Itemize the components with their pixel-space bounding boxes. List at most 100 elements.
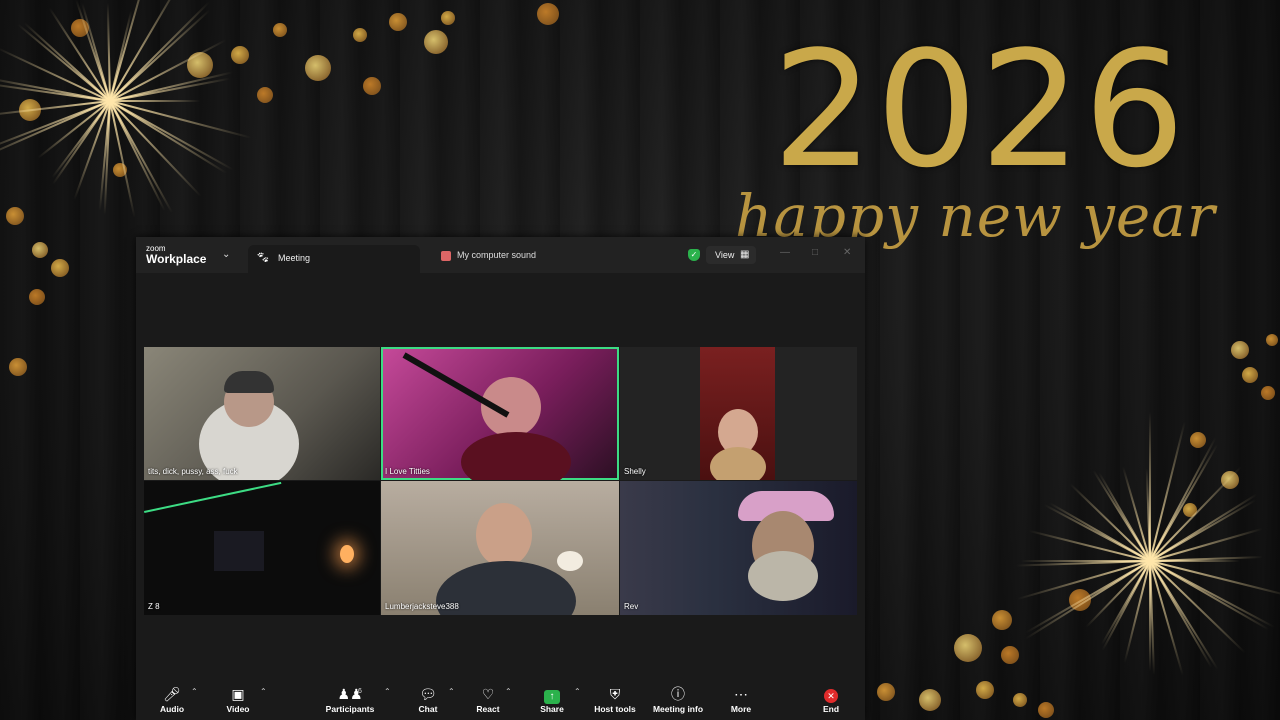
bokeh-light — [1231, 341, 1249, 359]
firework-ray — [1149, 561, 1151, 671]
speaker-icon — [441, 250, 451, 261]
bokeh-light — [992, 610, 1012, 630]
shield-check-icon[interactable]: ✓ — [688, 249, 700, 261]
bokeh-light — [424, 30, 448, 54]
computer-sound-indicator[interactable]: My computer sound — [441, 250, 536, 261]
video-tile-active[interactable]: I Love Titties — [381, 347, 619, 480]
video-label: Video — [226, 704, 250, 714]
bokeh-light — [389, 13, 407, 31]
audio-label: Audio — [159, 704, 185, 714]
react-options-caret-icon[interactable]: ⌃ — [505, 687, 512, 696]
bokeh-light — [877, 683, 895, 701]
more-label: More — [730, 704, 752, 714]
cap — [224, 371, 274, 393]
video-tile[interactable]: Lumberjacksteve388 — [381, 481, 619, 615]
bokeh-light — [1266, 334, 1278, 346]
info-icon: ⓘ — [671, 686, 685, 702]
view-button[interactable]: View ▦ — [706, 246, 756, 264]
audio-options-caret-icon[interactable]: ⌃ — [191, 687, 198, 696]
title-bar: zoom Workplace ⌄ 🐾︎ Meeting My computer … — [136, 237, 865, 273]
screen — [214, 531, 264, 571]
video-options-caret-icon[interactable]: ⌃ — [260, 687, 267, 696]
more-dots-icon: ⋯ — [734, 686, 748, 702]
participants-label: Participants — [325, 704, 375, 714]
meeting-info-label: Meeting info — [652, 704, 704, 714]
host-tools-button[interactable]: ⛨ Host tools — [585, 685, 645, 714]
video-tile[interactable]: tits, dick, pussy, ass, fuck — [144, 347, 380, 480]
participant-body — [710, 447, 766, 480]
video-camera-icon: ▣ — [231, 686, 245, 702]
bokeh-light — [1242, 367, 1258, 383]
grid-icon: ▦ — [740, 249, 750, 260]
participant-name: Shelly — [624, 467, 646, 476]
firework-ray — [110, 100, 200, 102]
participants-count: 6 — [358, 688, 362, 695]
participant-face — [476, 503, 532, 567]
year-text: 2026 — [772, 16, 1188, 203]
view-label: View — [715, 250, 735, 260]
meeting-info-button[interactable]: ⓘ Meeting info — [648, 685, 708, 714]
react-label: React — [476, 704, 500, 714]
bokeh-light — [954, 634, 982, 662]
bokeh-light — [231, 46, 249, 64]
video-gallery: tits, dick, pussy, ass, fuck I Love Titt… — [144, 347, 857, 615]
bokeh-light — [273, 23, 287, 37]
tab-meeting-label: Meeting — [278, 253, 311, 263]
participants-button[interactable]: ♟♟ 6 Participants — [320, 685, 380, 714]
paw-icon: 🐾︎ — [256, 252, 270, 264]
firework-ray — [1021, 560, 1150, 562]
shield-icon: ⛨ — [609, 686, 621, 702]
bokeh-light — [1221, 471, 1239, 489]
bokeh-light — [363, 77, 381, 95]
light-streak — [144, 481, 282, 513]
bokeh-light — [6, 207, 24, 225]
participant-name: Lumberjacksteve388 — [385, 602, 459, 611]
bokeh-light — [537, 3, 559, 25]
minimize-icon[interactable]: — — [780, 247, 790, 258]
end-label: End — [822, 704, 840, 714]
video-tile[interactable]: Rev — [620, 481, 857, 615]
lamp — [557, 551, 583, 571]
bokeh-light — [51, 259, 69, 277]
close-icon[interactable]: ✕ — [843, 247, 851, 258]
tab-meeting[interactable]: 🐾︎ Meeting — [248, 245, 420, 273]
bokeh-light — [1013, 693, 1027, 707]
bokeh-light — [976, 681, 994, 699]
video-tile[interactable]: Z 8 — [144, 481, 380, 615]
share-label: Share — [540, 704, 564, 714]
participant-name: I Love Titties — [385, 467, 430, 476]
lamp — [340, 545, 354, 563]
computer-sound-label: My computer sound — [457, 250, 537, 260]
bokeh-light — [919, 689, 941, 711]
bokeh-light — [1190, 432, 1206, 448]
share-options-caret-icon[interactable]: ⌃ — [574, 687, 581, 696]
bokeh-light — [9, 358, 27, 376]
participant-body — [461, 432, 571, 480]
video-button[interactable]: ▣ Video — [208, 685, 268, 714]
bokeh-light — [353, 28, 367, 42]
bokeh-light — [1001, 646, 1019, 664]
share-screen-icon: ↑ — [522, 685, 582, 704]
more-button[interactable]: ⋯ More — [711, 685, 771, 714]
chat-options-caret-icon[interactable]: ⌃ — [448, 687, 455, 696]
meeting-toolbar: 🎤︎ Audio ⌃ ▣ Video ⌃ ♟♟ 6 Participants ⌃ … — [136, 677, 865, 720]
participant-name: Rev — [624, 602, 639, 611]
participants-icon: ♟♟ 6 — [320, 685, 380, 703]
bokeh-light — [29, 289, 45, 305]
chevron-down-icon[interactable]: ⌄ — [222, 249, 230, 260]
end-call-icon: ✕ — [801, 685, 861, 703]
end-button[interactable]: ✕ End — [801, 685, 861, 714]
bokeh-light — [1261, 386, 1275, 400]
bokeh-light — [305, 55, 331, 81]
share-button[interactable]: ↑ Share — [522, 685, 582, 714]
bokeh-light — [32, 242, 48, 258]
maximize-icon[interactable]: □ — [812, 247, 818, 258]
participant-name: tits, dick, pussy, ass, fuck — [148, 467, 238, 476]
video-tile[interactable]: Shelly — [620, 347, 857, 480]
participants-options-caret-icon[interactable]: ⌃ — [384, 687, 391, 696]
beard — [748, 551, 818, 601]
firework-ray — [1149, 412, 1151, 561]
logo-workplace-text: Workplace — [146, 252, 207, 266]
zoom-window: zoom Workplace ⌄ 🐾︎ Meeting My computer … — [136, 237, 865, 720]
zoom-logo[interactable]: zoom Workplace — [146, 245, 206, 266]
